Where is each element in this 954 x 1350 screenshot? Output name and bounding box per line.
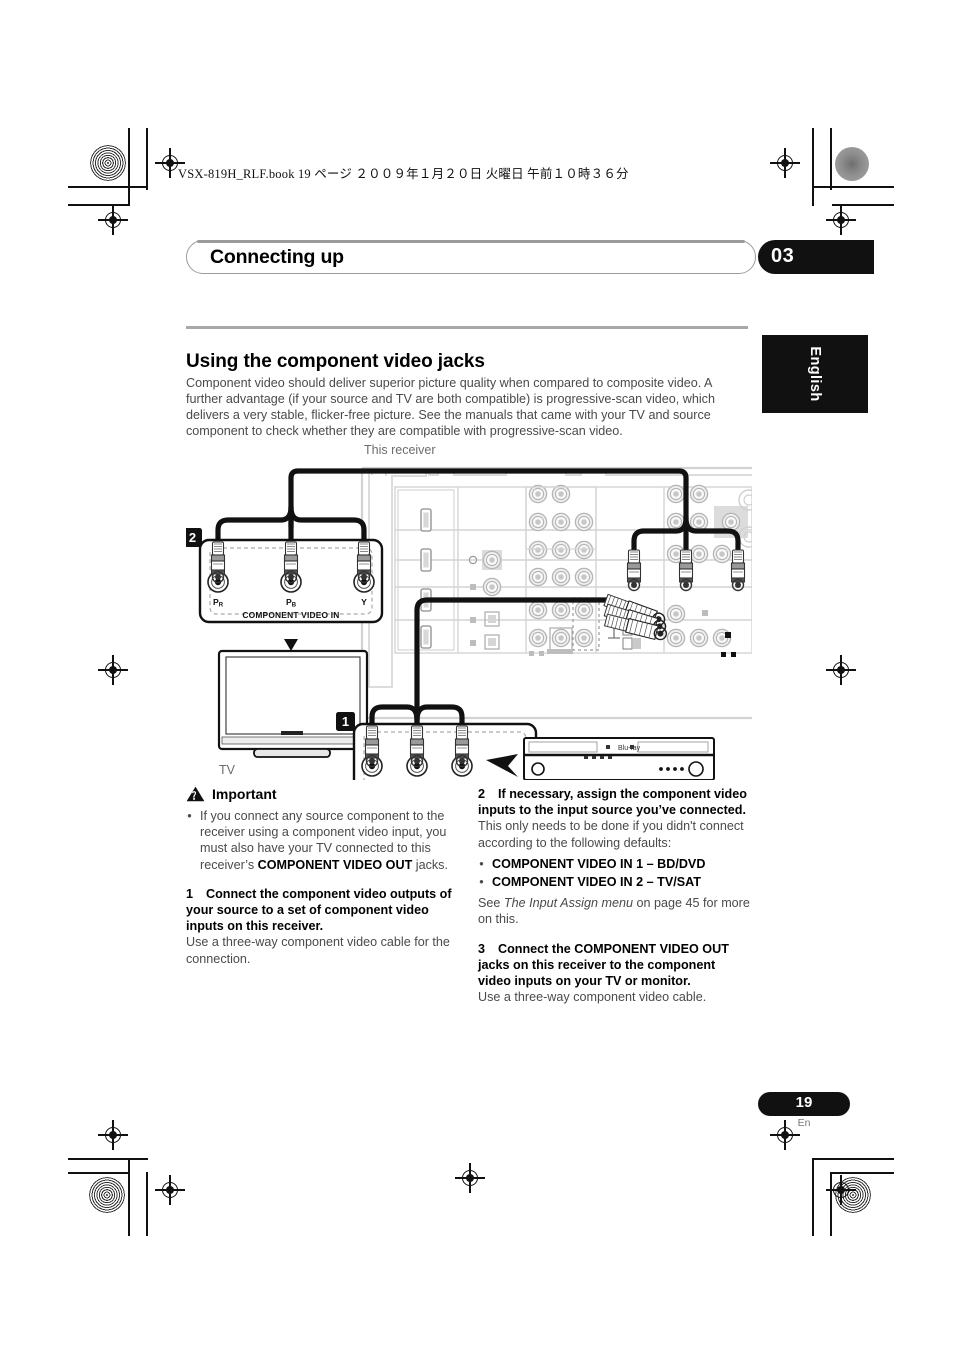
print-file-header: VSX-819H_RLF.book 19 ページ ２００９年１月２０日 火曜日 … (178, 167, 629, 181)
chapter-badge: 03 (758, 240, 874, 274)
svg-text:2: 2 (189, 530, 196, 545)
language-tab-label: English (807, 346, 823, 402)
step-2-body: This only needs to be done if you didn't… (478, 819, 744, 850)
step-1-heading: Connect the component video outputs of y… (186, 886, 452, 934)
registration-mark (826, 655, 856, 685)
registration-mark (455, 1163, 485, 1193)
important-bullet-strong: COMPONENT VIDEO OUT (257, 857, 413, 872)
right-text-column: 2 If necessary, assign the component vide… (478, 786, 750, 1005)
step-3: 3 Connect the COMPONENT VIDEO OUT jacks o… (478, 941, 750, 1006)
important-label: Important (212, 786, 277, 802)
jack-label-y: Y (361, 597, 367, 607)
callout-badge-2: 2 (186, 528, 202, 547)
cross-reference-prefix: See (478, 896, 504, 911)
warning-triangle-icon (186, 786, 205, 802)
list-item: • COMPONENT VIDEO IN 1 – BD/DVD (478, 856, 750, 872)
registration-mark (98, 1120, 128, 1150)
step-2-heading: If necessary, assign the component video… (478, 787, 747, 818)
page-number-badge: 19 (758, 1092, 850, 1116)
cross-reference: See The Input Assign menu on page 45 for… (478, 895, 750, 927)
default-assignment-2: COMPONENT VIDEO IN 2 – TV/SAT (492, 875, 701, 890)
tv-label: TV (219, 763, 236, 777)
step-3-number: 3 (478, 941, 486, 956)
registration-mark (155, 1175, 185, 1205)
svg-text:1: 1 (342, 714, 349, 729)
halftone-dot (90, 145, 126, 181)
default-assignment-1: COMPONENT VIDEO IN 1 – BD/DVD (492, 856, 706, 871)
step-1-number: 1 (186, 886, 194, 901)
receiver-label: This receiver (364, 443, 436, 457)
connection-diagram: This receiver PR PB Y COMPONENT VIDEO IN (186, 432, 752, 780)
important-bullet: • If you connect any source component to… (186, 808, 458, 873)
chapter-number: 03 (771, 245, 795, 267)
page-number: 19 (795, 1094, 813, 1111)
step-2-number: 2 (478, 787, 486, 801)
callout-badge-1: 1 (336, 712, 355, 731)
left-text-column: Important • If you connect any source co… (186, 786, 458, 967)
bullet-dot: • (479, 875, 484, 890)
important-bullet-suffix: jacks. (412, 857, 448, 872)
important-heading: Important (186, 786, 458, 802)
registration-mark (98, 655, 128, 685)
halftone-dot (835, 147, 869, 181)
step-3-heading: Connect the COMPONENT VIDEO OUT jacks on… (478, 941, 729, 989)
page-number-suffix: En (797, 1117, 811, 1129)
svg-text:Blu-ray: Blu-ray (618, 745, 641, 752)
step-1-body: Use a three-way component video cable fo… (186, 935, 450, 966)
registration-mark (826, 205, 856, 235)
registration-mark (826, 1175, 856, 1205)
default-assignments-list: • COMPONENT VIDEO IN 1 – BD/DVD • COMPON… (478, 856, 750, 890)
running-head: Connecting up (186, 240, 756, 274)
page-title: Connecting up (210, 246, 344, 268)
section-intro: Component video should deliver superior … (186, 375, 715, 439)
bddvd-player-illustration: Blu-ray (523, 737, 715, 780)
bullet-dot: • (187, 809, 192, 823)
halftone-dot (89, 1177, 125, 1213)
registration-mark (770, 148, 800, 178)
bullet-dot: • (479, 856, 484, 871)
section-heading: Using the component video jacks (186, 350, 485, 372)
step-2: 2 If necessary, assign the component vide… (478, 786, 750, 928)
language-tab: English (762, 335, 868, 413)
arrow-to-tv (284, 622, 298, 651)
list-item: • COMPONENT VIDEO IN 2 – TV/SAT (478, 874, 750, 890)
section-divider (186, 326, 748, 330)
registration-mark (98, 205, 128, 235)
cross-reference-title: The Input Assign menu (503, 896, 633, 911)
step-1: 1 Connect the component video outputs of … (186, 886, 458, 967)
component-video-in-title: COMPONENT VIDEO IN (242, 610, 339, 620)
step-3-body: Use a three-way component video cable. (478, 990, 707, 1005)
